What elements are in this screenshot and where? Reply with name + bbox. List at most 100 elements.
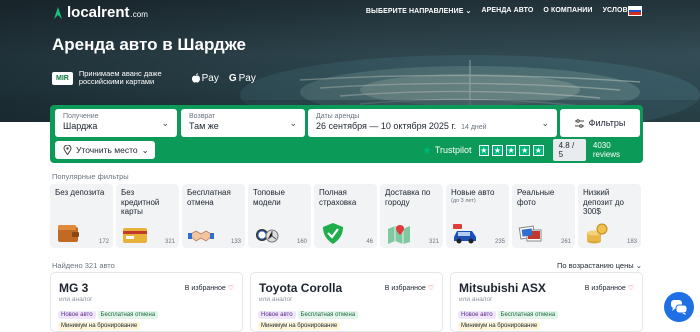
results-count: Найдено 321 авто bbox=[52, 261, 115, 270]
rating-star-icon: ★ bbox=[478, 144, 490, 156]
google-pay: G Pay bbox=[228, 72, 256, 84]
favorite-button[interactable]: В избранное ♡ bbox=[185, 284, 234, 292]
min-booking-badge: Минимум на бронирование bbox=[58, 322, 141, 330]
handshake-icon bbox=[188, 230, 214, 242]
heart-icon: ♡ bbox=[227, 285, 234, 292]
chat-bubbles-icon bbox=[671, 300, 688, 315]
min-booking-badge: Минимум на бронирование bbox=[458, 322, 541, 330]
payment-info: MIR Принимаем аванс даже российскими кар… bbox=[52, 70, 266, 86]
apple-icon bbox=[191, 73, 200, 83]
rating-score: 4.8 / 5 bbox=[552, 139, 586, 161]
filter-title: Новые авто bbox=[451, 188, 495, 197]
logo-mark-icon bbox=[54, 6, 62, 19]
car-card[interactable]: MG 3 или аналог В избранное ♡ Новое авто… bbox=[50, 272, 243, 332]
refine-location-button[interactable]: Уточнить место ⌄ bbox=[55, 141, 155, 159]
filter-count: 160 bbox=[296, 239, 307, 245]
logo-text: localrent bbox=[67, 4, 130, 21]
filter-count: 46 bbox=[366, 239, 373, 245]
filter-title: Без депозита bbox=[55, 188, 105, 197]
chat-button[interactable] bbox=[664, 292, 694, 322]
popular-filters-label: Популярные фильтры bbox=[52, 172, 129, 181]
free-cancel-badge: Бесплатная отмена bbox=[497, 311, 559, 319]
free-cancel-badge: Бесплатная отмена bbox=[97, 311, 159, 319]
card-icon bbox=[123, 228, 147, 243]
filter-real-photos[interactable]: Реальные фото 261 bbox=[512, 184, 575, 248]
apple-pay: Pay bbox=[191, 73, 219, 84]
popular-filters: Без депозита 172 Без кредитной карты 321… bbox=[50, 184, 641, 248]
car-logos-icon bbox=[256, 229, 279, 243]
rating-star-icon: ★ bbox=[505, 144, 517, 156]
new-car-badge: Новое авто bbox=[258, 311, 296, 319]
car-analog: или аналог bbox=[259, 296, 293, 303]
filter-city-delivery[interactable]: Доставка по городу 321 bbox=[380, 184, 443, 248]
filter-full-insurance[interactable]: Полная страховка 46 bbox=[314, 184, 377, 248]
filter-title: Бесплатная отмена bbox=[187, 188, 231, 207]
filter-title: Низкий депозит до 300$ bbox=[583, 188, 624, 216]
filter-title: Доставка по городу bbox=[385, 188, 431, 207]
filter-title: Без кредитной карты bbox=[121, 188, 160, 216]
filter-subtitle: (до 3 лет) bbox=[451, 197, 476, 204]
return-field[interactable]: Возврат Там же ⌄ bbox=[181, 109, 305, 137]
filter-low-deposit[interactable]: Низкий депозит до 300$ 183 bbox=[578, 184, 641, 248]
filter-title: Реальные фото bbox=[517, 188, 555, 207]
google-icon: G bbox=[228, 72, 237, 84]
days-count: 14 дней bbox=[461, 124, 487, 131]
return-value: Там же bbox=[189, 121, 219, 131]
map-icon bbox=[388, 225, 410, 244]
logo-domain: .com bbox=[130, 9, 148, 19]
free-cancel-badge: Бесплатная отмена bbox=[297, 311, 359, 319]
filter-title: Топовые модели bbox=[253, 188, 285, 207]
favorite-button[interactable]: В избранное ♡ bbox=[585, 284, 634, 292]
dates-field[interactable]: Даты аренды 26 сентября — 10 октября 202… bbox=[308, 109, 557, 137]
chevron-down-icon: ⌄ bbox=[161, 118, 169, 128]
shield-icon bbox=[323, 223, 343, 244]
filter-count: 133 bbox=[230, 239, 241, 245]
wallet-icon bbox=[58, 225, 79, 242]
sliders-icon bbox=[574, 118, 584, 128]
filter-free-cancellation[interactable]: Бесплатная отмена 133 bbox=[182, 184, 245, 248]
filter-count: 183 bbox=[626, 239, 637, 245]
chevron-down-icon: ⌄ bbox=[541, 118, 549, 128]
favorite-label: В избранное bbox=[584, 285, 626, 292]
car-card[interactable]: Mitsubishi ASX или аналог В избранное ♡ … bbox=[450, 272, 643, 332]
favorite-label: В избранное bbox=[184, 285, 226, 292]
language-flag-icon[interactable] bbox=[628, 6, 642, 16]
filter-no-credit-card[interactable]: Без кредитной карты 321 bbox=[116, 184, 179, 248]
trustpilot-widget[interactable]: ★ Trustpilot ★ ★ ★ ★ ★ 4.8 / 5 4030 revi… bbox=[422, 139, 638, 161]
trustpilot-star-icon: ★ bbox=[422, 144, 432, 157]
payment-text-line2: российскими картами bbox=[78, 77, 155, 86]
rating-star-icon: ★ bbox=[492, 144, 503, 156]
filter-count: 235 bbox=[494, 239, 505, 245]
filter-new-cars[interactable]: Новые авто (до 3 лет) 235 bbox=[446, 184, 509, 248]
heart-icon: ♡ bbox=[427, 285, 434, 292]
filter-no-deposit[interactable]: Без депозита 172 bbox=[50, 184, 113, 248]
car-card[interactable]: Toyota Corolla или аналог В избранное ♡ … bbox=[250, 272, 443, 332]
filter-count: 321 bbox=[164, 239, 175, 245]
nav-about[interactable]: О КОМПАНИИ bbox=[543, 7, 592, 15]
trustpilot-label: Trustpilot bbox=[434, 145, 472, 155]
sort-dropdown[interactable]: По возрастанию цены ⌄ bbox=[557, 261, 642, 270]
nav-choose-destination[interactable]: ВЫБЕРИТЕ НАПРАВЛЕНИЕ ⌄ bbox=[366, 7, 472, 15]
filters-button[interactable]: Фильтры bbox=[560, 109, 640, 137]
heart-icon: ♡ bbox=[627, 285, 634, 292]
car-analog: или аналог bbox=[59, 296, 93, 303]
filters-label: Фильтры bbox=[588, 118, 626, 128]
dates-label: Даты аренды bbox=[316, 113, 360, 120]
coins-icon bbox=[587, 223, 608, 244]
nav-car-rental[interactable]: АРЕНДА АВТО bbox=[481, 7, 533, 15]
site-logo[interactable]: localrent .com bbox=[52, 4, 148, 21]
map-pin-icon bbox=[63, 145, 72, 155]
favorite-label: В избранное bbox=[384, 285, 426, 292]
min-booking-badge: Минимум на бронирование bbox=[258, 322, 341, 330]
page-title: Аренда авто в Шардже bbox=[52, 35, 246, 54]
car-analog: или аналог bbox=[459, 296, 493, 303]
filter-top-models[interactable]: Топовые модели 160 bbox=[248, 184, 311, 248]
pickup-field[interactable]: Получение Шарджа ⌄ bbox=[55, 109, 177, 137]
filter-count: 172 bbox=[98, 239, 109, 245]
rating-star-icon: ★ bbox=[533, 144, 544, 156]
photos-icon bbox=[518, 225, 542, 242]
mir-logo: MIR bbox=[52, 71, 73, 85]
favorite-button[interactable]: В избранное ♡ bbox=[385, 284, 434, 292]
return-label: Возврат bbox=[189, 113, 216, 120]
top-nav: ВЫБЕРИТЕ НАПРАВЛЕНИЕ ⌄ АРЕНДА АВТО О КОМ… bbox=[366, 7, 638, 15]
